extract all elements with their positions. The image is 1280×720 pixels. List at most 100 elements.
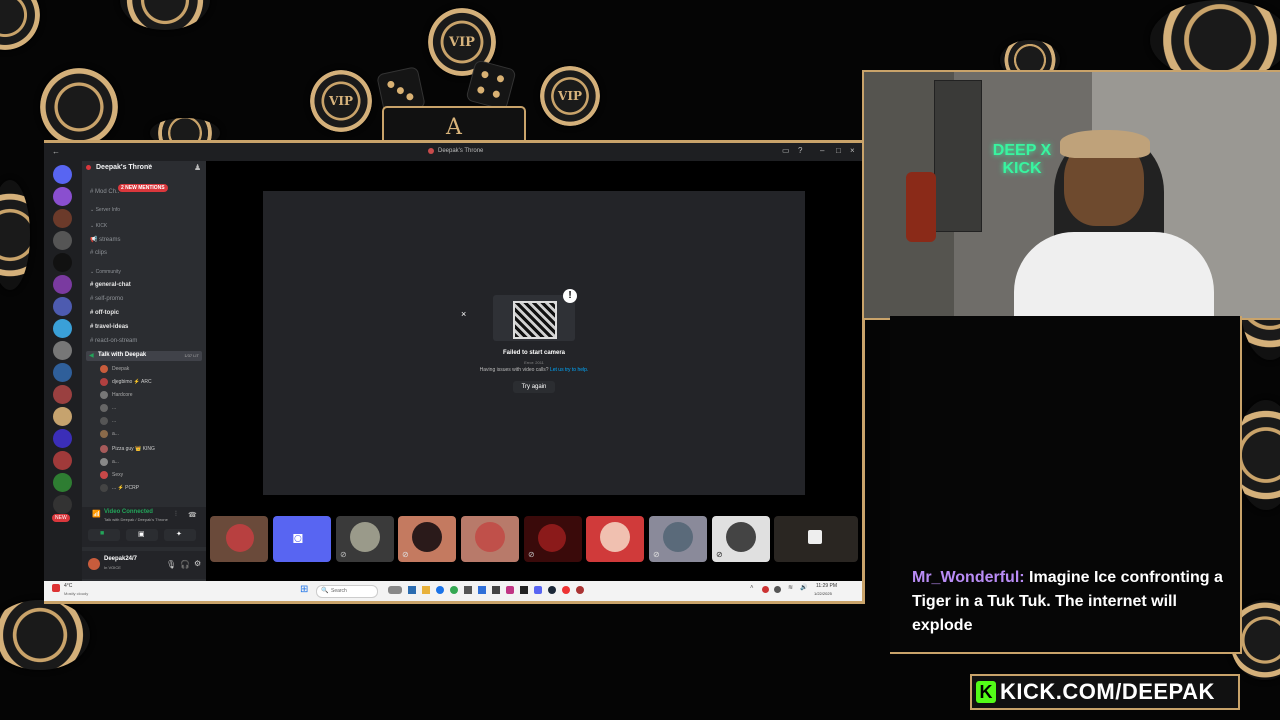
microphone-icon[interactable]: 🎙 bbox=[166, 560, 176, 569]
participant-tile[interactable] bbox=[774, 516, 858, 562]
participant-tile[interactable] bbox=[586, 516, 644, 562]
voice-user[interactable]: ... ⚡ PCRP bbox=[100, 484, 200, 494]
help-link[interactable]: Let us try to help. bbox=[550, 367, 588, 373]
disconnect-icon[interactable]: ☎ bbox=[188, 511, 197, 519]
inbox-icon[interactable]: ▭ bbox=[782, 146, 790, 155]
camera-button[interactable]: ■ bbox=[88, 529, 120, 541]
chrome-icon[interactable] bbox=[450, 586, 458, 594]
edge-icon[interactable] bbox=[436, 586, 444, 594]
taskbar-app-icon[interactable] bbox=[492, 586, 500, 594]
file-explorer-icon[interactable] bbox=[422, 586, 430, 594]
channel-clips[interactable]: # clips bbox=[90, 250, 107, 256]
task-view-icon[interactable] bbox=[408, 586, 416, 594]
noise-suppression-icon[interactable]: ⫶ bbox=[175, 511, 177, 519]
avatar bbox=[226, 524, 254, 552]
help-icon[interactable]: ? bbox=[798, 146, 802, 155]
server-icon[interactable] bbox=[53, 253, 72, 272]
server-icon[interactable] bbox=[53, 297, 72, 316]
category-server-info[interactable]: ⌄ Server Info bbox=[90, 207, 120, 213]
channel-streams[interactable]: 📢 streams bbox=[90, 236, 120, 243]
screen-share-button[interactable]: ▣ bbox=[126, 529, 158, 541]
activities-icon: ✦ bbox=[176, 531, 182, 538]
participant-tile[interactable] bbox=[210, 516, 268, 562]
close-icon[interactable]: × bbox=[850, 146, 855, 155]
voice-user[interactable]: Deepak bbox=[100, 365, 200, 375]
taskbar-app-icon[interactable] bbox=[478, 586, 486, 594]
maximize-icon[interactable]: □ bbox=[836, 146, 841, 155]
voice-user[interactable]: a... bbox=[100, 430, 200, 440]
channel-mod-chat[interactable]: # Mod Ch.. bbox=[90, 189, 119, 195]
participant-tile[interactable]: ⊘ bbox=[524, 516, 582, 562]
server-name[interactable]: Deepak's Throne bbox=[96, 164, 152, 171]
channel-self-promo[interactable]: # self-promo bbox=[90, 296, 123, 302]
channel-react-on-stream[interactable]: # react-on-stream bbox=[90, 338, 137, 344]
taskbar-app-icon[interactable] bbox=[520, 586, 528, 594]
taskbar-app-icon[interactable] bbox=[388, 586, 402, 594]
poker-chip-icon bbox=[0, 180, 30, 290]
channel-off-topic[interactable]: # off-topic bbox=[90, 310, 119, 316]
participant-tile[interactable]: ⊘ bbox=[712, 516, 770, 562]
participant-tile[interactable]: ⊘ bbox=[649, 516, 707, 562]
steam-icon[interactable] bbox=[548, 586, 556, 594]
add-user-icon[interactable]: ♟ bbox=[194, 163, 201, 172]
activities-button[interactable]: ✦ bbox=[164, 529, 196, 541]
server-icon[interactable] bbox=[53, 231, 72, 250]
server-icon[interactable] bbox=[53, 209, 72, 228]
server-icon[interactable] bbox=[53, 341, 72, 360]
chevron-down-icon[interactable]: ˅ bbox=[148, 164, 152, 170]
mentions-badge[interactable]: 2 NEW MENTIONS bbox=[118, 184, 168, 192]
server-icon[interactable] bbox=[53, 187, 72, 206]
category-kick[interactable]: ⌄ KICK bbox=[90, 223, 107, 229]
taskbar-app-icon[interactable] bbox=[576, 586, 584, 594]
voice-user[interactable]: Sexy bbox=[100, 471, 200, 481]
voice-user[interactable]: Pizza guy 👑 KING bbox=[100, 445, 200, 455]
channel-general-chat[interactable]: # general-chat bbox=[90, 282, 131, 288]
server-icon[interactable] bbox=[53, 473, 72, 492]
tray-chevron-icon[interactable]: ˄ bbox=[750, 585, 754, 591]
participant-tile[interactable]: ◙ bbox=[273, 516, 331, 562]
voice-user[interactable]: Hardcore bbox=[100, 391, 200, 401]
voice-user[interactable]: a... bbox=[100, 458, 200, 468]
voice-channel-path[interactable]: Talk with Deepak / Deepak's Throne bbox=[104, 517, 168, 522]
avatar[interactable] bbox=[88, 558, 100, 570]
voice-user[interactable]: djegbimo ⚡ ARC bbox=[100, 378, 200, 388]
participant-tile[interactable] bbox=[461, 516, 519, 562]
tray-icon[interactable] bbox=[762, 586, 769, 593]
voice-user[interactable]: ... bbox=[100, 417, 200, 427]
participant-tile[interactable]: ⊘ bbox=[398, 516, 456, 562]
discord-home-icon[interactable] bbox=[53, 165, 72, 184]
taskbar-search[interactable]: 🔍 Search bbox=[316, 585, 378, 598]
back-arrow-icon[interactable]: ← bbox=[52, 147, 60, 156]
discord-taskbar-icon[interactable] bbox=[534, 586, 542, 594]
server-icon[interactable] bbox=[53, 275, 72, 294]
tray-icon[interactable] bbox=[774, 586, 781, 593]
wifi-icon[interactable]: ≋ bbox=[788, 584, 793, 591]
category-community[interactable]: ⌄ Community bbox=[90, 269, 121, 275]
taskbar-app-icon[interactable] bbox=[562, 586, 570, 594]
server-icon[interactable] bbox=[53, 363, 72, 382]
dismiss-icon[interactable]: × bbox=[461, 309, 466, 319]
participant-tile[interactable]: ⊘ bbox=[336, 516, 394, 562]
voice-channel-talk-with-deepak[interactable]: ◀ Talk with Deepak 1/37 LIT bbox=[86, 351, 202, 361]
server-icon[interactable] bbox=[53, 495, 72, 514]
try-again-button[interactable]: Try again bbox=[513, 381, 555, 393]
server-icon[interactable] bbox=[53, 429, 72, 448]
taskbar-app-icon[interactable] bbox=[464, 586, 472, 594]
server-icon[interactable] bbox=[53, 319, 72, 338]
instagram-icon[interactable] bbox=[506, 586, 514, 594]
headphones-icon[interactable]: 🎧 bbox=[180, 560, 190, 569]
volume-icon[interactable]: 🔊 bbox=[800, 584, 807, 591]
user-name: Deepak24/7 bbox=[104, 556, 138, 562]
voice-user[interactable]: ... bbox=[100, 404, 200, 414]
gear-icon[interactable]: ⚙ bbox=[194, 559, 201, 568]
channel-travel-ideas[interactable]: # travel-ideas bbox=[90, 324, 128, 330]
minimize-icon[interactable]: – bbox=[820, 146, 824, 155]
server-icon[interactable] bbox=[53, 407, 72, 426]
voice-connection-panel: 📶 Video Connected Talk with Deepak / Dee… bbox=[82, 507, 206, 547]
clock-time[interactable]: 11:29 PM bbox=[816, 583, 837, 589]
kick-logo-icon: K bbox=[976, 681, 996, 703]
weather-temp[interactable]: 4°C bbox=[64, 583, 72, 589]
windows-start-icon[interactable]: ⊞ bbox=[300, 584, 308, 595]
server-icon[interactable] bbox=[53, 451, 72, 470]
server-icon[interactable] bbox=[53, 385, 72, 404]
